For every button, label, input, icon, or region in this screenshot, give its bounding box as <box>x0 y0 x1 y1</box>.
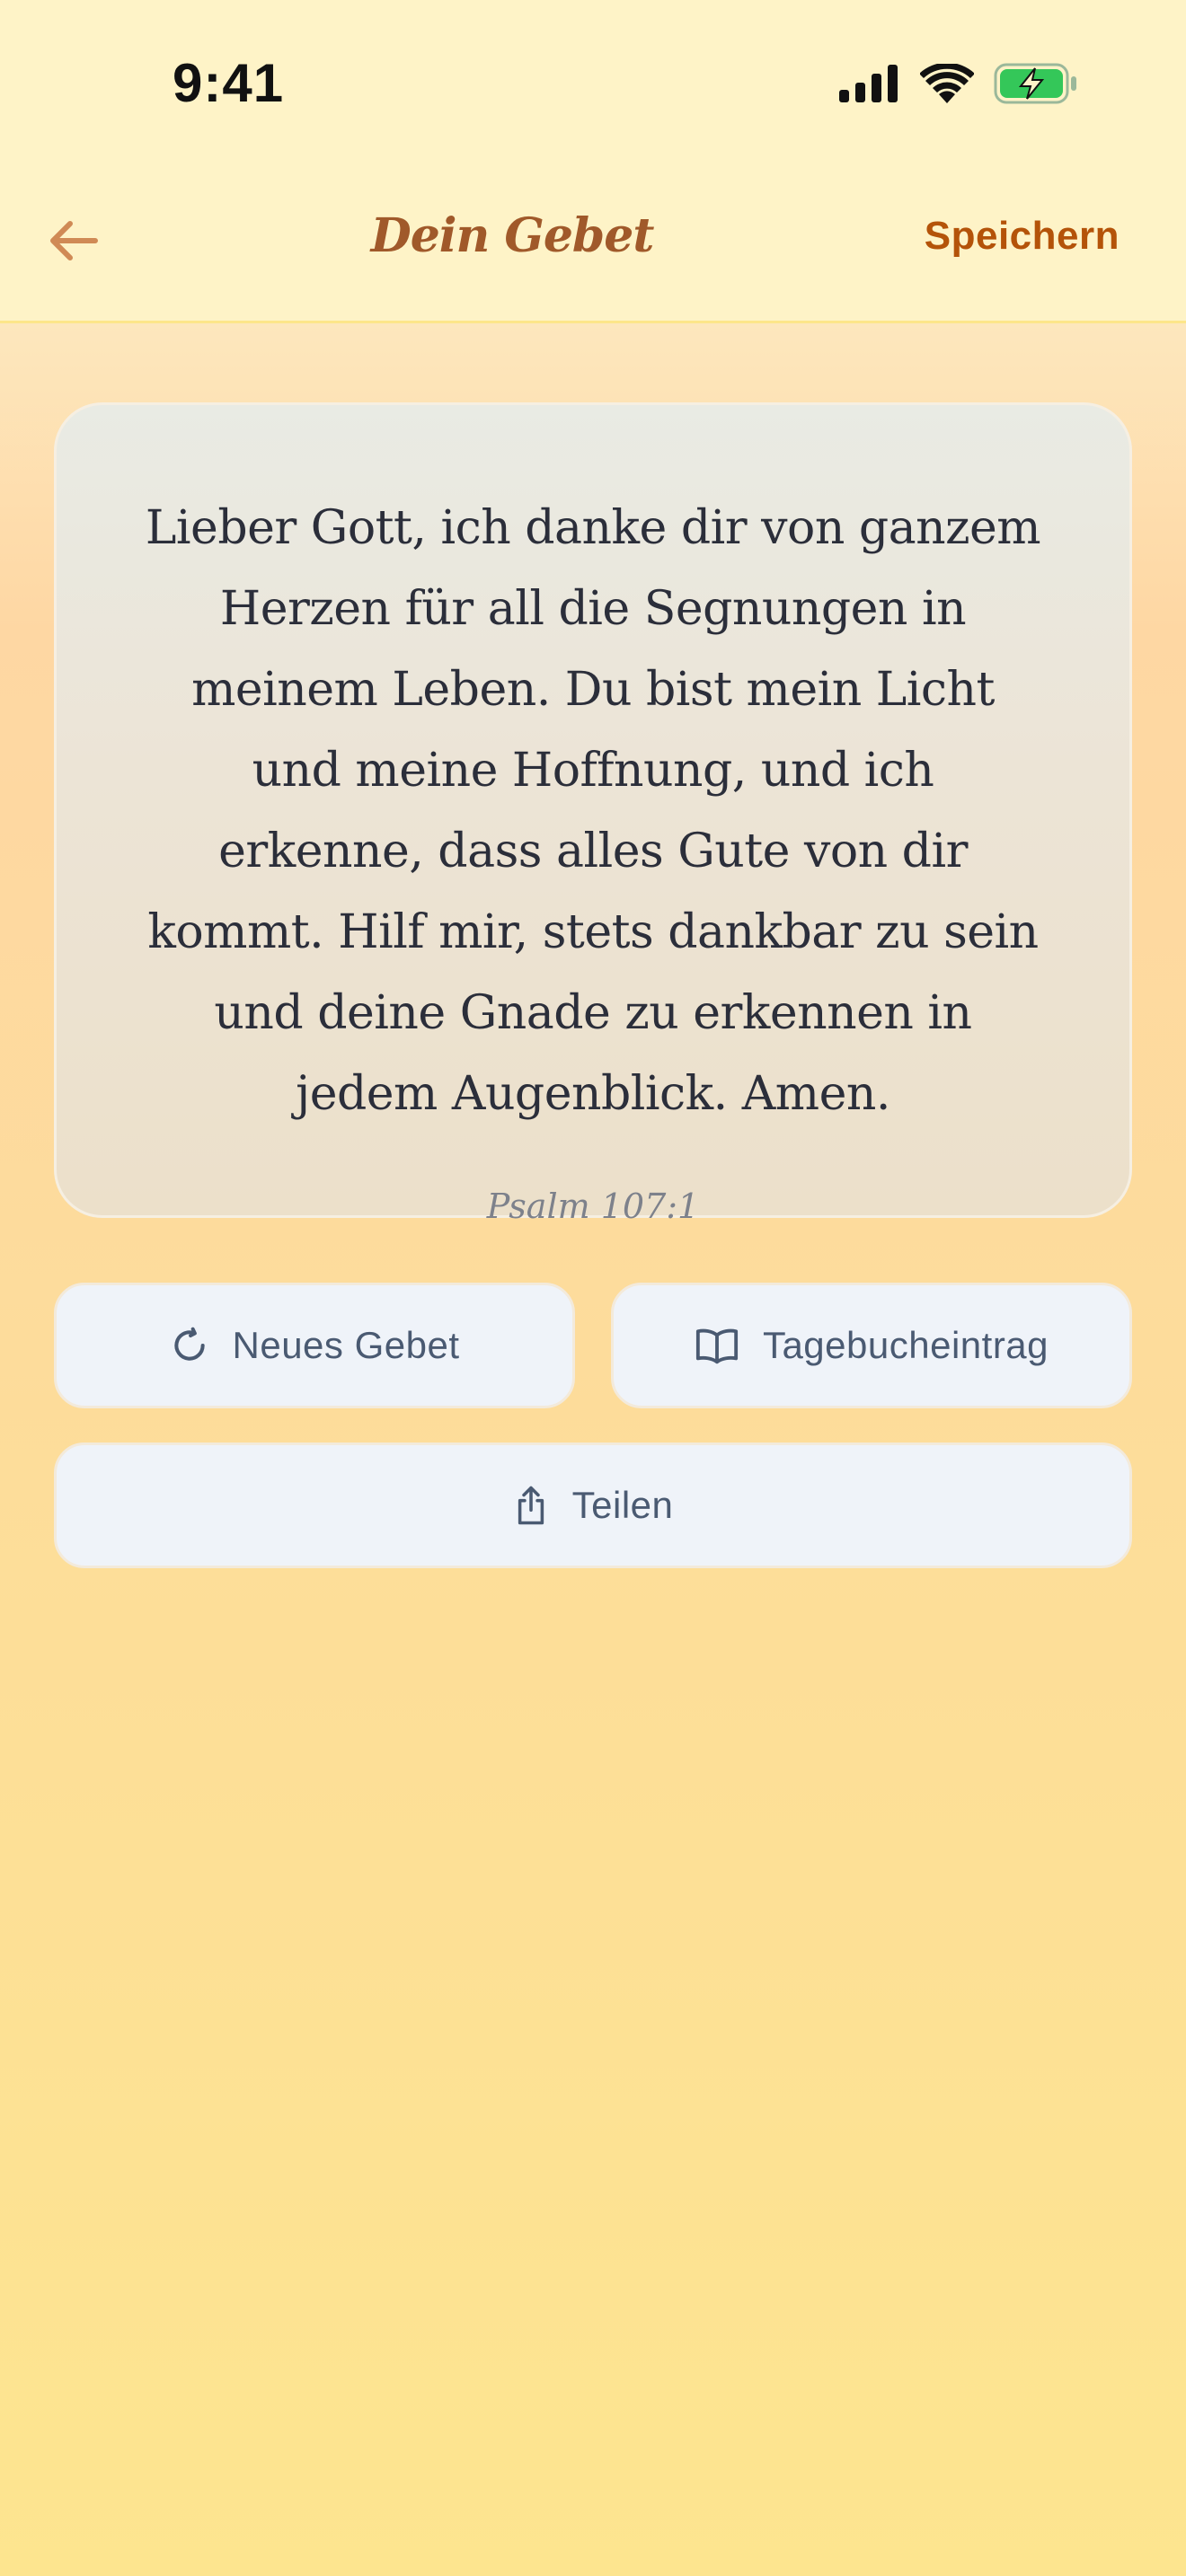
prayer-card: Lieber Gott, ich danke dir von ganzem He… <box>54 402 1132 1226</box>
battery-charging-icon <box>994 63 1078 104</box>
page-title: Dein Gebet <box>370 208 655 263</box>
prayer-reference: Psalm 107:1 <box>486 1187 700 1226</box>
cellular-signal-icon <box>839 65 900 102</box>
status-icons <box>839 63 1078 104</box>
refresh-icon <box>170 1326 209 1365</box>
journal-entry-button[interactable]: Tagebucheintrag <box>611 1283 1132 1408</box>
new-prayer-button[interactable]: Neues Gebet <box>54 1283 575 1408</box>
share-icon <box>513 1485 549 1526</box>
book-open-icon <box>695 1326 739 1365</box>
wifi-icon <box>920 64 974 103</box>
share-button[interactable]: Teilen <box>54 1442 1132 1568</box>
prayer-text: Lieber Gott, ich danke dir von ganzem He… <box>145 501 1041 1121</box>
save-button[interactable]: Speichern <box>925 214 1120 259</box>
top-bar: 9:41 Dein Gebet Speichern <box>0 0 1186 323</box>
new-prayer-label: Neues Gebet <box>232 1324 460 1366</box>
share-label: Teilen <box>571 1484 674 1526</box>
journal-entry-label: Tagebucheintrag <box>762 1324 1049 1366</box>
status-time: 9:41 <box>173 53 285 113</box>
